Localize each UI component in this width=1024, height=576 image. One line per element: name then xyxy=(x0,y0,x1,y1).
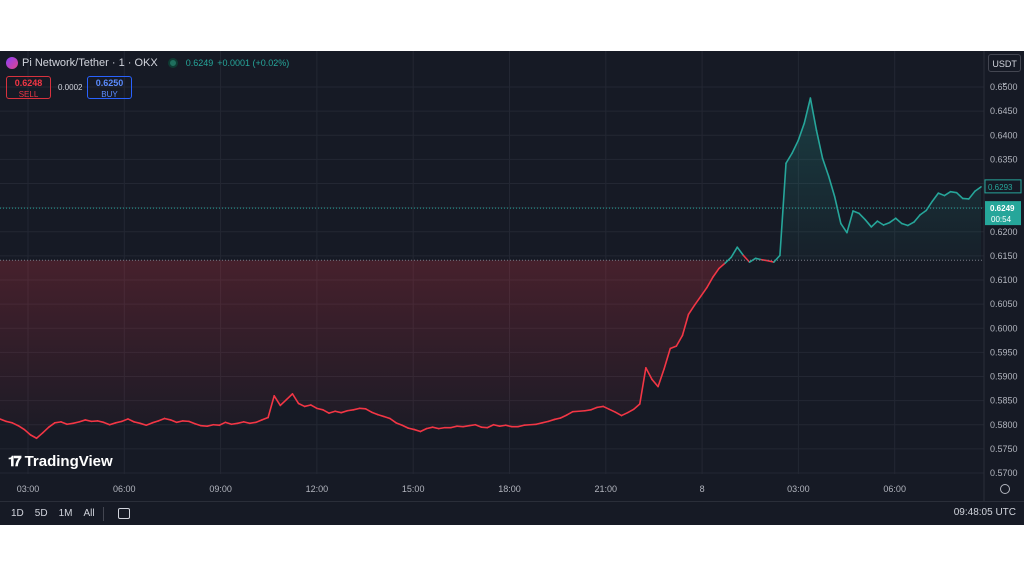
x-tick-label: 09:00 xyxy=(209,484,232,494)
utc-clock[interactable]: 09:48:05 UTC xyxy=(954,507,1016,518)
price-line-segment xyxy=(437,426,446,430)
y-tick-label: 0.5950 xyxy=(990,347,1018,357)
symbol-title[interactable]: Pi Network/Tether · 1 · OKX xyxy=(22,57,158,69)
price-line-segment xyxy=(584,408,592,412)
price-chart[interactable]: 0.65000.64500.64000.63500.63000.62500.62… xyxy=(0,51,1024,525)
price-line-segment xyxy=(766,259,775,263)
x-tick-label: 12:00 xyxy=(306,484,329,494)
settings-icon[interactable] xyxy=(1000,484,1010,494)
bottom-toolbar: 1D 5D 1M All 09:48:05 UTC xyxy=(0,501,1024,525)
area-fills xyxy=(0,98,981,439)
range-1d-button[interactable]: 1D xyxy=(11,508,24,519)
last-price: 0.6249 xyxy=(185,58,214,68)
sell-label: SELL xyxy=(18,90,39,99)
buy-button[interactable]: 0.6250 BUY xyxy=(87,76,132,99)
price-line-segment xyxy=(346,408,355,412)
y-tick-label: 0.5850 xyxy=(990,396,1018,406)
price-line-segment xyxy=(249,421,257,425)
x-tick-label: 03:00 xyxy=(17,484,40,494)
y-tick-label: 0.6100 xyxy=(990,275,1018,285)
price-line-segment xyxy=(54,421,62,424)
tradingview-mark-icon: 𝟏𝟕 xyxy=(8,453,22,469)
range-1m-button[interactable]: 1M xyxy=(59,508,73,519)
x-tick-label: 21:00 xyxy=(595,484,618,494)
calendar-icon[interactable] xyxy=(117,508,130,519)
price-change: +0.0001 (+0.02%) xyxy=(217,58,290,68)
buy-price: 0.6250 xyxy=(95,78,124,88)
chevron-down-icon: ⌄ xyxy=(1000,77,1009,87)
sell-button[interactable]: 0.6248 SELL xyxy=(6,76,51,99)
price-line-segment xyxy=(949,190,958,194)
buy-label: BUY xyxy=(101,90,118,99)
symbol-header: Pi Network/Tether · 1 · OKX 0.6249 +0.00… xyxy=(6,57,289,69)
price-line-segment xyxy=(468,423,477,427)
y-tick-label: 0.6200 xyxy=(990,227,1018,237)
sell-price: 0.6248 xyxy=(14,78,43,88)
x-tick-label: 15:00 xyxy=(402,484,425,494)
x-tick-label: 8 xyxy=(700,484,705,494)
y-tick-label: 0.6150 xyxy=(990,251,1018,261)
price-labels: 0.6293 0.6249 00:54 xyxy=(984,179,1022,226)
y-tick-label: 0.6450 xyxy=(990,106,1018,116)
chart-frame[interactable]: 0.65000.64500.64000.63500.63000.62500.62… xyxy=(0,51,1024,525)
tradingview-logo[interactable]: 𝟏𝟕 TradingView xyxy=(8,453,113,470)
logo-text: TradingView xyxy=(24,453,113,470)
x-tick-label: 03:00 xyxy=(787,484,810,494)
currency-select[interactable]: USDT ⌄ xyxy=(988,54,1021,87)
price-line-segment xyxy=(66,422,74,426)
y-tick-label: 0.6050 xyxy=(990,299,1018,309)
y-tick-label: 0.6350 xyxy=(990,154,1018,164)
red-area-fill xyxy=(0,260,726,439)
exchange-status-icon xyxy=(167,58,178,68)
green-area-fill xyxy=(731,98,981,261)
toolbar-divider xyxy=(102,506,104,521)
price-line-segment xyxy=(498,424,507,427)
y-tick-label: 0.5750 xyxy=(990,444,1018,454)
currency-label: USDT xyxy=(992,59,1017,69)
current-price-label: 0.6249 xyxy=(990,204,1015,213)
price-line-segment xyxy=(230,422,239,426)
y-tick-label: 0.6400 xyxy=(990,130,1018,140)
pi-network-icon xyxy=(6,57,18,69)
price-line-segment xyxy=(596,405,605,409)
y-tick-label: 0.5700 xyxy=(990,468,1018,478)
y-tick-label: 0.6000 xyxy=(990,323,1018,333)
x-tick-label: 06:00 xyxy=(113,484,136,494)
reference-price-label: 0.6293 xyxy=(988,183,1013,192)
time-axis[interactable]: 03:00 06:00 09:00 12:00 15:00 18:00 21:00 8 03:0… xyxy=(17,484,906,494)
price-line-segment xyxy=(462,424,470,428)
x-tick-label: 06:00 xyxy=(883,484,906,494)
y-tick-label: 0.5900 xyxy=(990,372,1018,382)
y-tick-label: 0.5800 xyxy=(990,420,1018,430)
price-axis[interactable]: 0.65000.64500.64000.63500.63000.62500.62… xyxy=(990,82,1018,478)
x-tick-label: 18:00 xyxy=(498,484,521,494)
range-5d-button[interactable]: 5D xyxy=(35,508,48,519)
range-all-button[interactable]: All xyxy=(84,508,95,519)
spread-value: 0.0002 xyxy=(58,83,83,92)
countdown-label: 00:54 xyxy=(991,215,1012,224)
